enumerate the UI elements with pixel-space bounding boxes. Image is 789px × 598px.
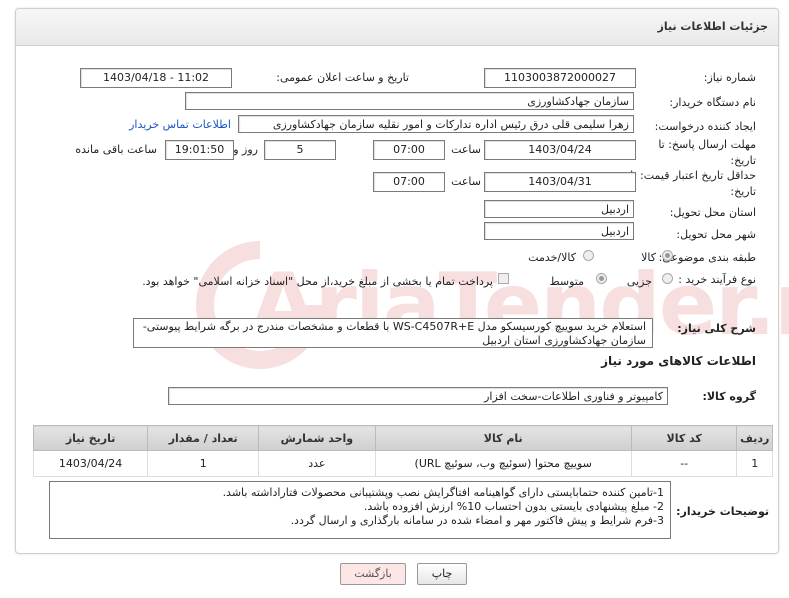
note-line: 1-تامین کننده حتمابایستی دارای گواهینامه… <box>222 486 664 499</box>
process-medium-radio[interactable] <box>596 273 607 284</box>
cell-quantity: 1 <box>147 450 260 477</box>
note-line: 3-فرم شرایط و پیش فاکتور مهر و امضاء شده… <box>290 514 664 527</box>
process-minor-radio[interactable] <box>662 273 673 284</box>
description-label: شرح کلی نیاز: <box>677 322 756 335</box>
category-label: طبقه بندی موضوعی: <box>658 251 756 264</box>
city-label: شهر محل تحویل: <box>676 228 756 241</box>
goods-section-title: اطلاعات کالاهای مورد نیاز <box>601 354 756 368</box>
buyer-contact-link[interactable]: اطلاعات تماس خریدار <box>129 118 231 131</box>
need-number-label: شماره نیاز: <box>703 71 756 84</box>
deadline-time-field: 07:00 <box>373 140 445 160</box>
validity-time-label: ساعت <box>451 175 481 188</box>
remaining-label: ساعت باقی مانده <box>75 143 157 156</box>
days-label: روز و <box>233 143 258 156</box>
col-need-date: تاریخ نیاز <box>32 425 149 451</box>
goods-group-field: کامپیوتر و فناوری اطلاعات-سخت افزار <box>168 387 668 405</box>
validity-date-field: 1403/04/31 <box>484 172 636 192</box>
process-medium-label: متوسط <box>549 275 584 288</box>
goods-group-label: گروه کالا: <box>702 390 756 403</box>
table-header-row: ردیف کد کالا نام کالا واحد شمارش تعداد /… <box>32 425 773 451</box>
cell-goods-name: سوییچ محتوا (سوئیچ وب، سوئیچ URL) <box>374 450 632 477</box>
note-line: 2- مبلغ پیشنهادی بایستی بدون احتساب 10% … <box>363 500 664 513</box>
treasury-payment-checkbox[interactable] <box>498 273 509 284</box>
treasury-payment-note: پرداخت تمام یا بخشی از مبلغ خرید،از محل … <box>142 275 493 288</box>
deadline-date-field: 1403/04/24 <box>484 140 636 160</box>
validity-label: حداقل تاریخ اعتبار قیمت: تا تاریخ: <box>630 169 756 198</box>
province-field: اردبیل <box>484 200 634 218</box>
creator-label: ایجاد کننده درخواست: <box>654 120 756 133</box>
panel-title: جزئیات اطلاعات نیاز <box>657 20 769 33</box>
buyer-notes-label: توضیحات خریدار: <box>676 505 769 518</box>
col-row-number: ردیف <box>736 425 773 451</box>
description-field: استعلام خرید سوییچ کورسیسکو مدل WS-C4507… <box>133 318 653 348</box>
back-button[interactable]: بازگشت <box>340 563 406 585</box>
cell-goods-code: -- <box>630 450 738 477</box>
panel-header: جزئیات اطلاعات نیاز <box>16 9 778 46</box>
buyer-org-label: نام دستگاه خریدار: <box>669 96 756 109</box>
buyer-notes-field: 1-تامین کننده حتمابایستی دارای گواهینامه… <box>49 481 671 539</box>
category-goods-radio[interactable] <box>662 250 673 261</box>
table-row: 1 -- سوییچ محتوا (سوئیچ وب، سوئیچ URL) ع… <box>32 450 773 477</box>
process-minor-label: جزیی <box>626 275 652 288</box>
cell-row-number: 1 <box>736 450 773 477</box>
buyer-org-field: سازمان جهادکشاورزی <box>185 92 634 110</box>
cell-unit: عدد <box>258 450 376 477</box>
remaining-time-field: 19:01:50 <box>165 140 234 160</box>
cell-need-date: 1403/04/24 <box>32 450 149 477</box>
category-goods-label: کالا <box>641 251 656 264</box>
print-button[interactable]: چاپ <box>417 563 467 585</box>
col-quantity: تعداد / مقدار <box>147 425 260 451</box>
validity-time-field: 07:00 <box>373 172 445 192</box>
goods-table: ردیف کد کالا نام کالا واحد شمارش تعداد /… <box>32 425 773 477</box>
col-unit: واحد شمارش <box>258 425 376 451</box>
announce-label: تاریخ و ساعت اعلان عمومی: <box>276 71 409 84</box>
province-label: استان محل تحویل: <box>669 206 756 219</box>
city-field: اردبیل <box>484 222 634 240</box>
deadline-time-label: ساعت <box>451 143 481 156</box>
announce-field: 1403/04/18 - 11:02 <box>80 68 232 88</box>
col-goods-code: کد کالا <box>630 425 738 451</box>
process-label: نوع فرآیند خرید : <box>678 273 756 286</box>
col-goods-name: نام کالا <box>374 425 632 451</box>
creator-field: زهرا سلیمی قلی درق رئیس اداره تدارکات و … <box>238 115 634 133</box>
need-number-field: 1103003872000027 <box>484 68 636 88</box>
days-remaining-field: 5 <box>264 140 336 160</box>
deadline-label: مهلت ارسال پاسخ: تا تاریخ: <box>658 138 756 167</box>
category-goods-service-label: کالا/خدمت <box>528 251 576 264</box>
category-goods-service-radio[interactable] <box>583 250 594 261</box>
